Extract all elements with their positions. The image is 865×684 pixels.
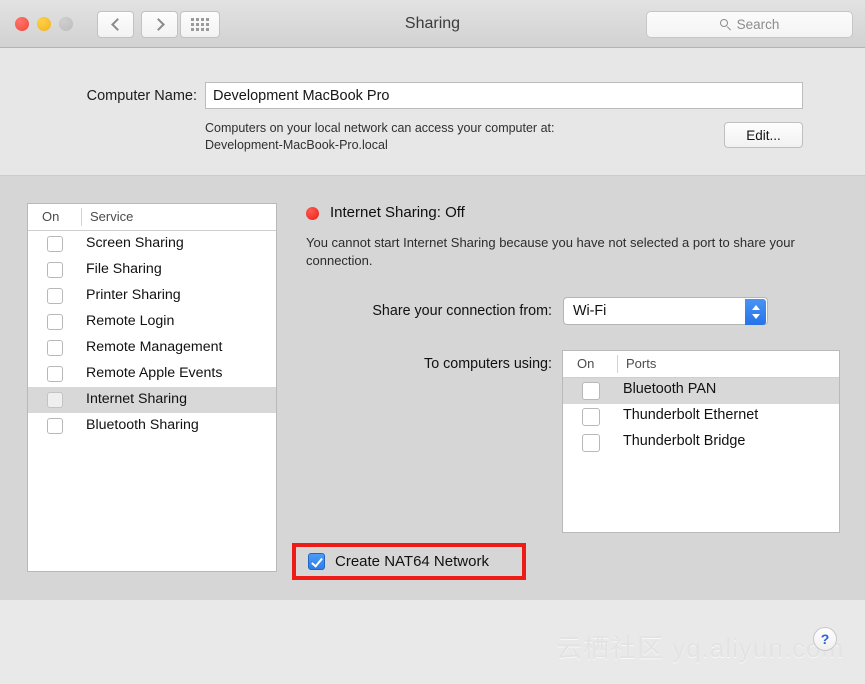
service-label: File Sharing: [86, 261, 162, 277]
ports-column-ports: Ports: [626, 356, 657, 371]
search-input[interactable]: Search: [646, 11, 853, 38]
column-divider: [81, 208, 82, 226]
status-title: Internet Sharing: Off: [330, 204, 465, 221]
service-label: Remote Management: [86, 339, 223, 355]
computer-name-note-line2: Development-MacBook-Pro.local: [205, 138, 388, 152]
services-column-on: On: [42, 209, 60, 224]
service-checkbox[interactable]: [47, 366, 63, 382]
window-titlebar: Sharing Search: [0, 0, 865, 48]
service-checkbox[interactable]: [47, 236, 63, 252]
create-nat64-label: Create NAT64 Network: [335, 553, 489, 570]
table-row[interactable]: Bluetooth Sharing: [28, 413, 276, 439]
service-label: Remote Login: [86, 313, 175, 329]
table-row[interactable]: Printer Sharing: [28, 283, 276, 309]
chevron-updown-icon[interactable]: [745, 299, 766, 325]
service-label: Remote Apple Events: [86, 365, 223, 381]
section-divider: [0, 175, 865, 176]
status-description: You cannot start Internet Sharing becaus…: [306, 235, 795, 268]
service-label: Internet Sharing: [86, 391, 187, 407]
table-row-selected[interactable]: Internet Sharing: [28, 387, 276, 413]
create-nat64-checkbox[interactable]: [308, 553, 325, 570]
port-label: Bluetooth PAN: [623, 381, 717, 397]
table-row[interactable]: Thunderbolt Bridge: [563, 430, 839, 456]
help-button[interactable]: ?: [813, 627, 837, 651]
search-icon: [719, 19, 731, 31]
service-checkbox[interactable]: [47, 314, 63, 330]
port-label: Thunderbolt Bridge: [623, 433, 746, 449]
column-divider: [617, 355, 618, 373]
service-checkbox[interactable]: [47, 262, 63, 278]
computer-name-note-line1: Computers on your local network can acce…: [205, 121, 555, 135]
watermark: 云栖社区 yq.aliyun.com: [556, 633, 845, 663]
sharing-preferences-window: Sharing Search Computer Name: Developmen…: [0, 0, 865, 684]
services-table: On Service Screen Sharing File Sharing P…: [27, 203, 277, 572]
service-checkbox[interactable]: [47, 288, 63, 304]
services-table-header: On Service: [28, 204, 276, 231]
share-from-value: Wi-Fi: [573, 303, 607, 319]
computer-name-section: [0, 48, 865, 176]
service-label: Printer Sharing: [86, 287, 181, 303]
table-row[interactable]: Remote Management: [28, 335, 276, 361]
port-checkbox[interactable]: [582, 434, 600, 452]
service-checkbox[interactable]: [47, 418, 63, 434]
port-checkbox[interactable]: [582, 408, 600, 426]
search-placeholder: Search: [736, 17, 780, 32]
service-checkbox[interactable]: [47, 392, 63, 408]
port-checkbox[interactable]: [582, 382, 600, 400]
service-label: Screen Sharing: [86, 235, 184, 251]
computer-name-note: Computers on your local network can acce…: [205, 120, 705, 154]
port-label: Thunderbolt Ethernet: [623, 407, 759, 423]
services-column-service: Service: [90, 209, 134, 224]
service-checkbox[interactable]: [47, 340, 63, 356]
table-row[interactable]: Remote Apple Events: [28, 361, 276, 387]
service-label: Bluetooth Sharing: [86, 417, 199, 433]
edit-button[interactable]: Edit...: [724, 122, 803, 148]
share-from-select[interactable]: Wi-Fi: [563, 297, 768, 325]
share-from-label: Share your connection from:: [372, 303, 552, 319]
table-row-selected[interactable]: Bluetooth PAN: [563, 378, 839, 404]
ports-table-header: On Ports: [563, 351, 839, 378]
to-computers-label: To computers using:: [424, 356, 552, 372]
table-row[interactable]: Screen Sharing: [28, 231, 276, 257]
computer-name-field[interactable]: Development MacBook Pro: [205, 82, 803, 109]
nat64-highlight-box: Create NAT64 Network: [292, 543, 526, 580]
table-row[interactable]: Remote Login: [28, 309, 276, 335]
status-dot-off-icon: [306, 207, 319, 220]
ports-table: On Ports Bluetooth PAN Thunderbolt Ether…: [562, 350, 840, 533]
ports-column-on: On: [577, 356, 595, 371]
table-row[interactable]: File Sharing: [28, 257, 276, 283]
table-row[interactable]: Thunderbolt Ethernet: [563, 404, 839, 430]
computer-name-label: Computer Name:: [86, 88, 197, 104]
